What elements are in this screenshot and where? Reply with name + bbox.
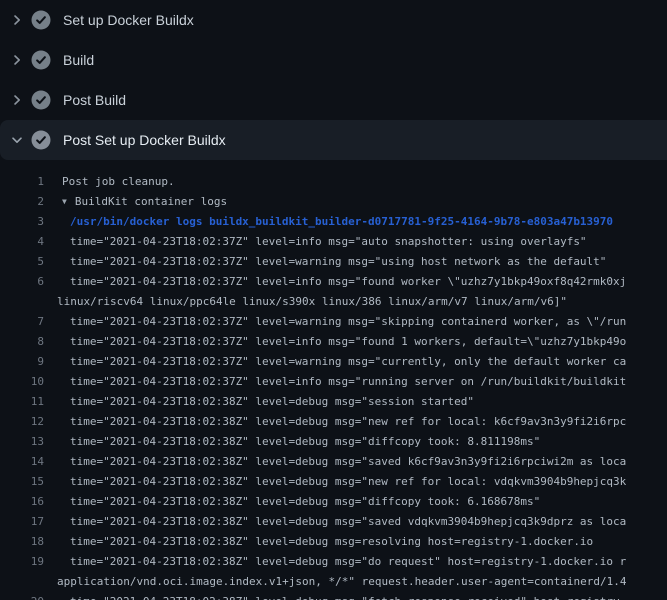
- log-text: time="2021-04-23T18:02:38Z" level=debug …: [57, 432, 667, 452]
- log-line: 15 time="2021-04-23T18:02:38Z" level=debu…: [0, 472, 667, 492]
- log-line: 6 time="2021-04-23T18:02:37Z" level=info …: [0, 272, 667, 312]
- log-text: time="2021-04-23T18:02:37Z" level=warnin…: [57, 352, 667, 372]
- log-line: 16 time="2021-04-23T18:02:38Z" level=debu…: [0, 492, 667, 512]
- line-number[interactable]: 17: [0, 512, 44, 532]
- log-text-continuation: application/vnd.oci.image.index.v1+json,…: [57, 572, 667, 592]
- log-text: time="2021-04-23T18:02:38Z" level=debug …: [57, 412, 667, 432]
- group-toggle-icon[interactable]: ▼: [62, 192, 67, 212]
- step-header-post-set-up-docker-buildx[interactable]: Post Set up Docker Buildx: [0, 120, 667, 160]
- chevron-right-icon: [11, 14, 31, 26]
- line-number[interactable]: 20: [0, 592, 44, 600]
- line-number[interactable]: 11: [0, 392, 44, 412]
- check-circle-icon: [31, 130, 51, 150]
- log-line: 18 time="2021-04-23T18:02:38Z" level=debu…: [0, 532, 667, 552]
- check-circle-icon: [31, 10, 51, 30]
- line-number[interactable]: 15: [0, 472, 44, 492]
- log-text: time="2021-04-23T18:02:37Z" level=warnin…: [57, 312, 667, 332]
- line-number[interactable]: 9: [0, 352, 44, 372]
- chevron-down-icon: [11, 134, 31, 146]
- log-text: time="2021-04-23T18:02:38Z" level=debug …: [57, 592, 667, 600]
- check-circle-icon: [31, 50, 51, 70]
- log-text: Post job cleanup.: [57, 172, 667, 192]
- line-number[interactable]: 14: [0, 452, 44, 472]
- log-text: time="2021-04-23T18:02:38Z" level=debug …: [57, 492, 667, 512]
- line-number[interactable]: 19: [0, 552, 44, 592]
- log-text: time="2021-04-23T18:02:37Z" level=info m…: [57, 372, 667, 392]
- line-number[interactable]: 6: [0, 272, 44, 312]
- log-viewer: 1 Post job cleanup. 2 ▼ BuildKit container l…: [0, 160, 667, 600]
- line-number[interactable]: 2: [0, 192, 44, 212]
- log-line: 14 time="2021-04-23T18:02:38Z" level=debu…: [0, 452, 667, 472]
- log-text: time="2021-04-23T18:02:37Z" level=warnin…: [57, 252, 667, 272]
- log-text-continuation: linux/riscv64 linux/ppc64le linux/s390x …: [57, 292, 667, 312]
- log-command-text: /usr/bin/docker logs buildx_buildkit_bui…: [57, 212, 667, 232]
- log-line: 13 time="2021-04-23T18:02:38Z" level=debu…: [0, 432, 667, 452]
- log-text: time="2021-04-23T18:02:38Z" level=debug …: [57, 512, 667, 532]
- log-line: 8 time="2021-04-23T18:02:37Z" level=info …: [0, 332, 667, 352]
- log-text: time="2021-04-23T18:02:37Z" level=info m…: [57, 232, 667, 252]
- step-label: Set up Docker Buildx: [63, 12, 194, 28]
- log-text: time="2021-04-23T18:02:38Z" level=debug …: [57, 552, 667, 572]
- log-line: 19 time="2021-04-23T18:02:38Z" level=debu…: [0, 552, 667, 592]
- step-label: Post Set up Docker Buildx: [63, 132, 226, 148]
- log-line: 10 time="2021-04-23T18:02:37Z" level=info…: [0, 372, 667, 392]
- chevron-right-icon: [11, 94, 31, 106]
- log-line: 17 time="2021-04-23T18:02:38Z" level=debu…: [0, 512, 667, 532]
- log-line: 20 time="2021-04-23T18:02:38Z" level=debu…: [0, 592, 667, 600]
- log-line: 2 ▼ BuildKit container logs: [0, 192, 667, 212]
- step-header-build[interactable]: Build: [0, 40, 667, 80]
- line-number[interactable]: 3: [0, 212, 44, 232]
- line-number[interactable]: 5: [0, 252, 44, 272]
- line-number[interactable]: 10: [0, 372, 44, 392]
- line-number[interactable]: 7: [0, 312, 44, 332]
- line-number[interactable]: 18: [0, 532, 44, 552]
- check-circle-icon: [31, 90, 51, 110]
- step-label: Post Build: [63, 92, 126, 108]
- log-text: time="2021-04-23T18:02:37Z" level=info m…: [57, 272, 667, 292]
- log-text: time="2021-04-23T18:02:38Z" level=debug …: [57, 392, 667, 412]
- log-line: 9 time="2021-04-23T18:02:37Z" level=warni…: [0, 352, 667, 372]
- log-line: 5 time="2021-04-23T18:02:37Z" level=warni…: [0, 252, 667, 272]
- group-label: BuildKit container logs: [75, 195, 227, 208]
- chevron-right-icon: [11, 54, 31, 66]
- step-header-set-up-docker-buildx[interactable]: Set up Docker Buildx: [0, 0, 667, 40]
- line-number[interactable]: 8: [0, 332, 44, 352]
- log-text: time="2021-04-23T18:02:37Z" level=info m…: [57, 332, 667, 352]
- log-line: 12 time="2021-04-23T18:02:38Z" level=debu…: [0, 412, 667, 432]
- log-line: 3/usr/bin/docker logs buildx_buildkit_bu…: [0, 212, 667, 232]
- log-line: 1 Post job cleanup.: [0, 172, 667, 192]
- log-group-header[interactable]: ▼ BuildKit container logs: [57, 192, 667, 212]
- line-number[interactable]: 4: [0, 232, 44, 252]
- log-text: time="2021-04-23T18:02:38Z" level=debug …: [57, 472, 667, 492]
- line-number[interactable]: 1: [0, 172, 44, 192]
- log-line: 7 time="2021-04-23T18:02:37Z" level=warni…: [0, 312, 667, 332]
- step-list: Set up Docker Buildx Build Post Build Po…: [0, 0, 667, 160]
- step-label: Build: [63, 52, 94, 68]
- line-number[interactable]: 16: [0, 492, 44, 512]
- log-text: time="2021-04-23T18:02:38Z" level=debug …: [57, 452, 667, 472]
- line-number[interactable]: 13: [0, 432, 44, 452]
- step-header-post-build[interactable]: Post Build: [0, 80, 667, 120]
- line-number[interactable]: 12: [0, 412, 44, 432]
- log-line: 4 time="2021-04-23T18:02:37Z" level=info …: [0, 232, 667, 252]
- log-text: time="2021-04-23T18:02:38Z" level=debug …: [57, 532, 667, 552]
- log-line: 11 time="2021-04-23T18:02:38Z" level=debu…: [0, 392, 667, 412]
